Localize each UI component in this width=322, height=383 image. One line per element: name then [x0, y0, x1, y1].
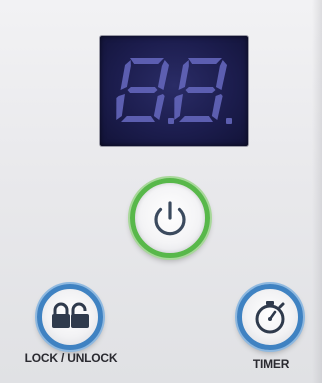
control-panel: LOCK / UNLOCK TIMER: [0, 0, 322, 383]
power-button[interactable]: [130, 178, 210, 258]
stopwatch-icon: [242, 289, 298, 345]
decimal-point-1: [168, 118, 174, 124]
lock-unlock-label: LOCK / UNLOCK: [24, 351, 118, 365]
seven-segment-readout: [116, 58, 232, 124]
timer-button[interactable]: [237, 284, 303, 350]
decimal-point-2: [226, 118, 232, 124]
led-display: [100, 36, 248, 146]
timer-label: TIMER: [252, 357, 290, 371]
power-icon: [135, 183, 205, 253]
padlock-icon: [42, 289, 98, 345]
lock-unlock-button[interactable]: [37, 284, 103, 350]
